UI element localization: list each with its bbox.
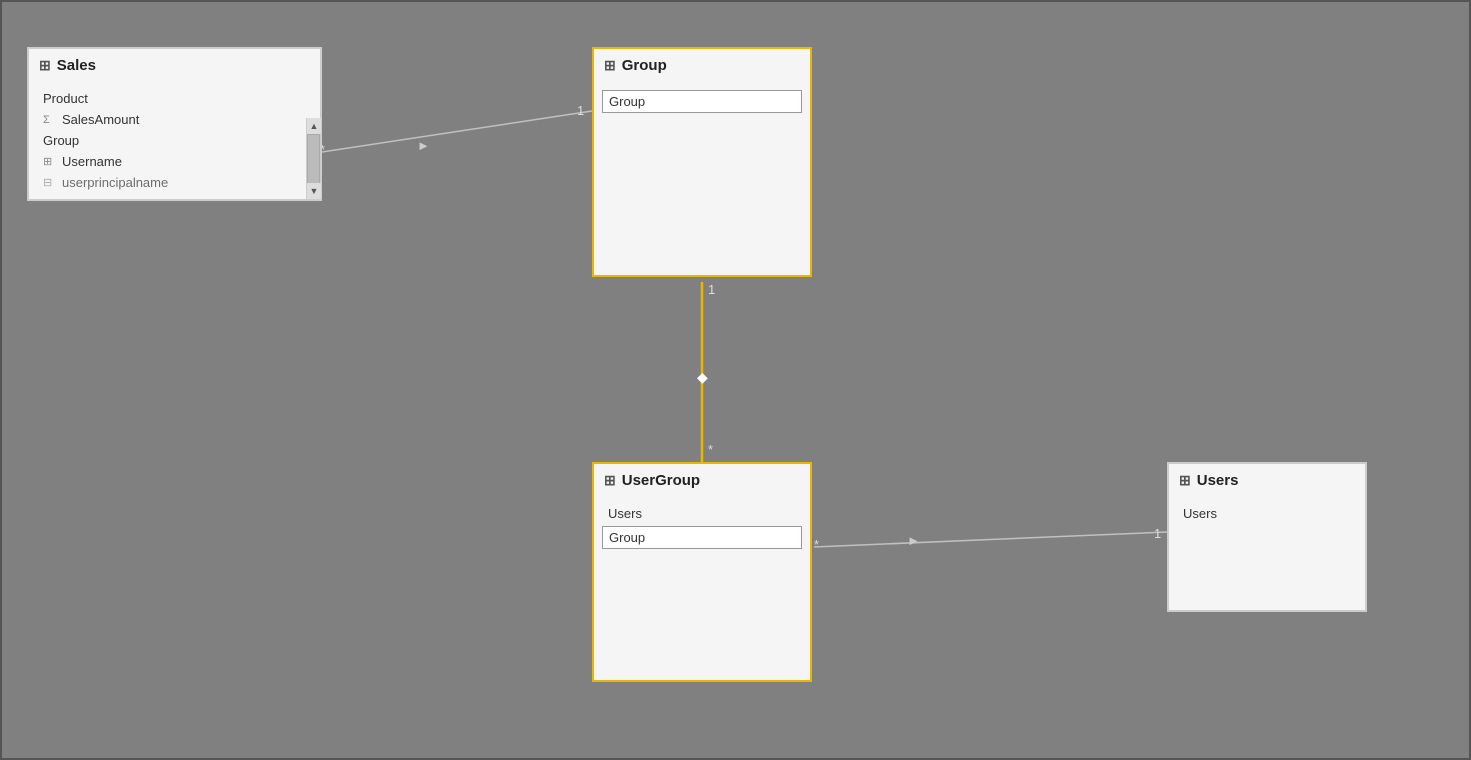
- group-usergroup-to-label: *: [708, 442, 713, 457]
- sales-field-product-label: Product: [43, 91, 88, 106]
- sales-field-salesamount[interactable]: Σ SalesAmount: [37, 109, 302, 130]
- sales-field-username-label: Username: [62, 154, 122, 169]
- usergroup-table-body: Users Group: [594, 497, 810, 557]
- sales-table[interactable]: ⊞ Sales Product Σ SalesAmount Group ⊞ Us…: [27, 47, 322, 201]
- users-field-users-label: Users: [1183, 506, 1217, 521]
- usergroup-table-icon: ⊞: [604, 472, 616, 489]
- usergroup-field-users[interactable]: Users: [602, 503, 802, 524]
- sales-field-group-label: Group: [43, 133, 79, 148]
- group-table[interactable]: ⊞ Group Group: [592, 47, 812, 277]
- group-table-icon: ⊞: [604, 57, 616, 74]
- users-table[interactable]: ⊞ Users Users: [1167, 462, 1367, 612]
- diagram-canvas[interactable]: * ◄ 1 1 ◆ * * ◄ 1 ⊞ Sales Product Σ Sale…: [0, 0, 1471, 760]
- sales-table-icon: ⊞: [39, 57, 51, 74]
- group-field-group-label: Group: [609, 94, 645, 109]
- sales-field-product[interactable]: Product: [37, 88, 302, 109]
- users-table-header: ⊞ Users: [1169, 464, 1365, 497]
- usergroup-field-group-label: Group: [609, 530, 645, 545]
- sales-field-upn-label: userprincipalname: [62, 175, 168, 190]
- group-field-group[interactable]: Group: [602, 90, 802, 113]
- group-usergroup-from-label: 1: [708, 282, 715, 297]
- usergroup-table-name: UserGroup: [622, 472, 700, 489]
- sales-table-body: Product Σ SalesAmount Group ⊞ Username ⊟…: [29, 82, 320, 199]
- group-table-body: Group: [594, 82, 810, 142]
- sales-table-header: ⊞ Sales: [29, 49, 320, 82]
- table2-icon: ⊟: [43, 176, 57, 189]
- group-usergroup-diamond: ◆: [697, 369, 708, 386]
- users-table-body: Users: [1169, 497, 1365, 557]
- sales-scrollbar[interactable]: ▲ ▼: [306, 118, 320, 199]
- usergroup-field-users-label: Users: [608, 506, 642, 521]
- users-table-name: Users: [1197, 472, 1239, 489]
- sigma-icon: Σ: [43, 114, 57, 126]
- usergroup-users-arrow: ◄: [907, 533, 920, 548]
- sales-field-upn[interactable]: ⊟ userprincipalname: [37, 172, 302, 193]
- scroll-down-button[interactable]: ▼: [307, 183, 321, 199]
- scroll-up-button[interactable]: ▲: [307, 118, 321, 134]
- usergroup-table-header: ⊞ UserGroup: [594, 464, 810, 497]
- users-table-icon: ⊞: [1179, 472, 1191, 489]
- users-field-users[interactable]: Users: [1177, 503, 1357, 524]
- usergroup-users-from-label: *: [814, 537, 819, 552]
- usergroup-field-group[interactable]: Group: [602, 526, 802, 549]
- sales-group-to-label: 1: [577, 103, 584, 118]
- usergroup-users-to-label: 1: [1154, 526, 1161, 541]
- sales-field-username[interactable]: ⊞ Username: [37, 151, 302, 172]
- sales-table-name: Sales: [57, 57, 96, 74]
- sales-group-arrow: ◄: [417, 138, 430, 153]
- sales-field-salesamount-label: SalesAmount: [62, 112, 139, 127]
- group-table-header: ⊞ Group: [594, 49, 810, 82]
- group-table-name: Group: [622, 57, 667, 74]
- sales-field-group[interactable]: Group: [37, 130, 302, 151]
- calc-icon: ⊞: [43, 155, 57, 168]
- usergroup-table[interactable]: ⊞ UserGroup Users Group: [592, 462, 812, 682]
